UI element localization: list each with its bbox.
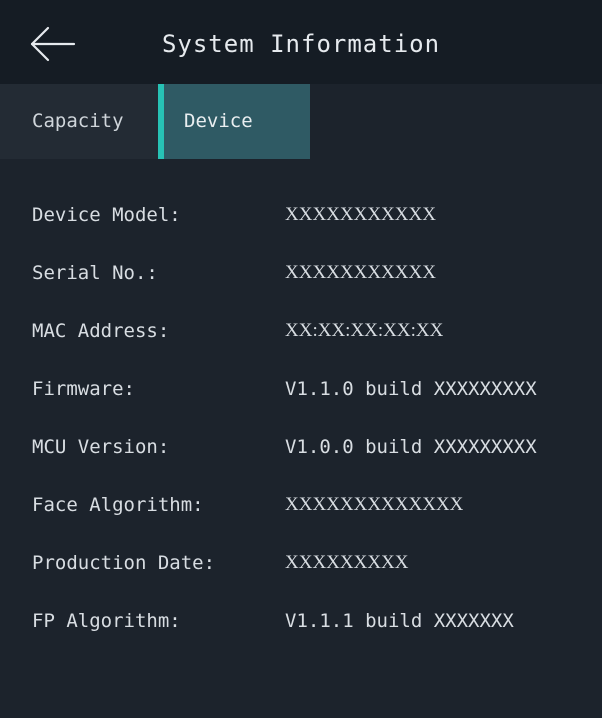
info-row-mcu-version: MCU Version: V1.0.0 build XXXXXXXXX [0, 426, 602, 484]
info-row-fp-algorithm: FP Algorithm: V1.1.1 build XXXXXXX [0, 600, 602, 658]
info-row-device-model: Device Model: XXXXXXXXXXX [0, 194, 602, 252]
info-row-production-date: Production Date: XXXXXXXXX [0, 542, 602, 600]
info-label: Serial No.: [32, 262, 158, 284]
header-bar: System Information [0, 0, 602, 84]
page-title: System Information [161, 30, 441, 58]
system-information-screen: System Information Capacity Device Devic… [0, 0, 602, 718]
info-value: XX:XX:XX:XX:XX [285, 320, 444, 341]
tab-device[interactable]: Device [158, 84, 310, 159]
tab-capacity[interactable]: Capacity [0, 84, 158, 159]
device-info-list: Device Model: XXXXXXXXXXX Serial No.: XX… [0, 194, 602, 658]
info-row-mac-address: MAC Address: XX:XX:XX:XX:XX [0, 310, 602, 368]
tab-bar: Capacity Device [0, 84, 602, 159]
info-label: Production Date: [32, 552, 216, 574]
info-row-serial-no: Serial No.: XXXXXXXXXXX [0, 252, 602, 310]
info-value: XXXXXXXXXXXXX [285, 494, 464, 515]
info-label: Face Algorithm: [32, 494, 204, 516]
info-value: V1.1.1 build XXXXXXX [285, 610, 514, 632]
info-label: MAC Address: [32, 320, 170, 342]
info-label: Firmware: [32, 378, 135, 400]
info-value: V1.1.0 build XXXXXXXXX [285, 378, 537, 400]
info-value: XXXXXXXXXXX [285, 262, 436, 283]
info-row-firmware: Firmware: V1.1.0 build XXXXXXXXX [0, 368, 602, 426]
info-label: Device Model: [32, 204, 181, 226]
info-value: XXXXXXXXX [285, 552, 409, 573]
info-label: FP Algorithm: [32, 610, 181, 632]
info-value: XXXXXXXXXXX [285, 204, 436, 225]
info-row-face-algorithm: Face Algorithm: XXXXXXXXXXXXX [0, 484, 602, 542]
info-value: V1.0.0 build XXXXXXXXX [285, 436, 537, 458]
info-label: MCU Version: [32, 436, 170, 458]
